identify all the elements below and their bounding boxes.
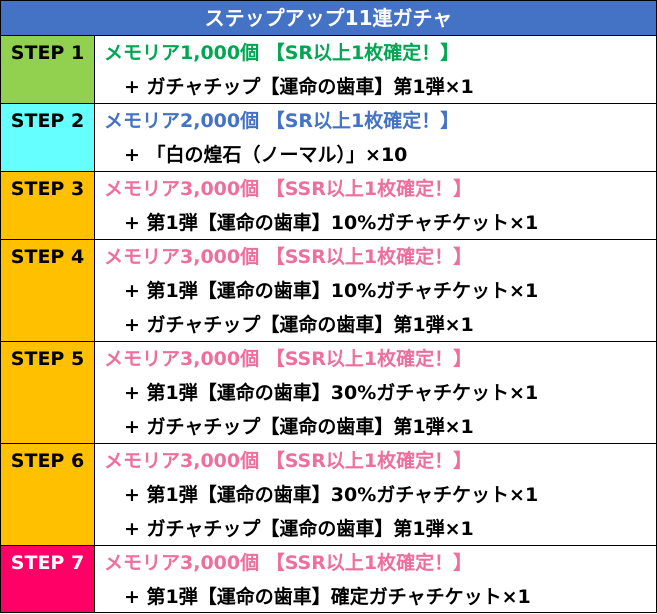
step-main-3: メモリア3,000個 【SSR以上1枚確定！】 bbox=[104, 178, 473, 200]
step-bonus-4-2: + ガチャチップ【運命の歯車】第1弾×1 bbox=[124, 314, 474, 336]
step-row-5: STEP 5 メモリア3,000個 【SSR以上1枚確定！】 + 第1弾【運命の… bbox=[1, 342, 656, 444]
step-bonus-6-2: + ガチャチップ【運命の歯車】第1弾×1 bbox=[124, 518, 474, 540]
step-row-6: STEP 6 メモリア3,000個 【SSR以上1枚確定！】 + 第1弾【運命の… bbox=[1, 444, 656, 546]
step-row-3: STEP 3 メモリア3,000個 【SSR以上1枚確定！】 + 第1弾【運命の… bbox=[1, 172, 656, 240]
step-label-6: STEP 6 bbox=[1, 444, 95, 545]
step-bonus-6-1: + 第1弾【運命の歯車】30%ガチャチケット×1 bbox=[124, 484, 539, 506]
step-bonus-5-1: + 第1弾【運命の歯車】30%ガチャチケット×1 bbox=[124, 382, 539, 404]
step-bonus-7-1: + 第1弾【運命の歯車】確定ガチャチケット×1 bbox=[124, 586, 531, 608]
step-bonus-4-1: + 第1弾【運命の歯車】10%ガチャチケット×1 bbox=[124, 280, 539, 302]
step-row-7: STEP 7 メモリア3,000個 【SSR以上1枚確定！】 + 第1弾【運命の… bbox=[1, 546, 656, 612]
step-label-3: STEP 3 bbox=[1, 172, 95, 239]
step-bonus-1-1: + ガチャチップ【運命の歯車】第1弾×1 bbox=[124, 76, 474, 98]
step-row-4: STEP 4 メモリア3,000個 【SSR以上1枚確定！】 + 第1弾【運命の… bbox=[1, 240, 656, 342]
step-bonus-3-1: + 第1弾【運命の歯車】10%ガチャチケット×1 bbox=[124, 212, 539, 234]
step-main-6: メモリア3,000個 【SSR以上1枚確定！】 bbox=[104, 450, 473, 472]
step-content-5: メモリア3,000個 【SSR以上1枚確定！】 + 第1弾【運命の歯車】30%ガ… bbox=[96, 342, 656, 443]
step-content-3: メモリア3,000個 【SSR以上1枚確定！】 + 第1弾【運命の歯車】10%ガ… bbox=[96, 172, 656, 239]
step-main-5: メモリア3,000個 【SSR以上1枚確定！】 bbox=[104, 348, 473, 370]
step-main-1: メモリア1,000個 【SR以上1枚確定！】 bbox=[104, 42, 460, 64]
step-label-2: STEP 2 bbox=[1, 104, 95, 171]
step-label-7: STEP 7 bbox=[1, 546, 95, 612]
step-main-7: メモリア3,000個 【SSR以上1枚確定！】 bbox=[104, 552, 473, 574]
step-label-1: STEP 1 bbox=[1, 36, 95, 103]
step-label-5: STEP 5 bbox=[1, 342, 95, 443]
step-main-4: メモリア3,000個 【SSR以上1枚確定！】 bbox=[104, 246, 473, 268]
gacha-step-table: ステップアップ11連ガチャ STEP 1 メモリア1,000個 【SR以上1枚確… bbox=[0, 0, 657, 613]
step-content-4: メモリア3,000個 【SSR以上1枚確定！】 + 第1弾【運命の歯車】10%ガ… bbox=[96, 240, 656, 341]
step-main-2: メモリア2,000個 【SR以上1枚確定！】 bbox=[104, 110, 460, 132]
step-row-2: STEP 2 メモリア2,000個 【SR以上1枚確定！】 + 「白の煌石（ノー… bbox=[1, 104, 656, 172]
step-content-1: メモリア1,000個 【SR以上1枚確定！】 + ガチャチップ【運命の歯車】第1… bbox=[96, 36, 656, 103]
step-content-6: メモリア3,000個 【SSR以上1枚確定！】 + 第1弾【運命の歯車】30%ガ… bbox=[96, 444, 656, 545]
step-content-2: メモリア2,000個 【SR以上1枚確定！】 + 「白の煌石（ノーマル）」×10 bbox=[96, 104, 656, 171]
step-label-4: STEP 4 bbox=[1, 240, 95, 341]
step-content-7: メモリア3,000個 【SSR以上1枚確定！】 + 第1弾【運命の歯車】確定ガチ… bbox=[96, 546, 656, 612]
step-row-1: STEP 1 メモリア1,000個 【SR以上1枚確定！】 + ガチャチップ【運… bbox=[1, 36, 656, 104]
step-bonus-2-1: + 「白の煌石（ノーマル）」×10 bbox=[124, 144, 408, 166]
table-title: ステップアップ11連ガチャ bbox=[1, 1, 656, 36]
step-bonus-5-2: + ガチャチップ【運命の歯車】第1弾×1 bbox=[124, 416, 474, 438]
